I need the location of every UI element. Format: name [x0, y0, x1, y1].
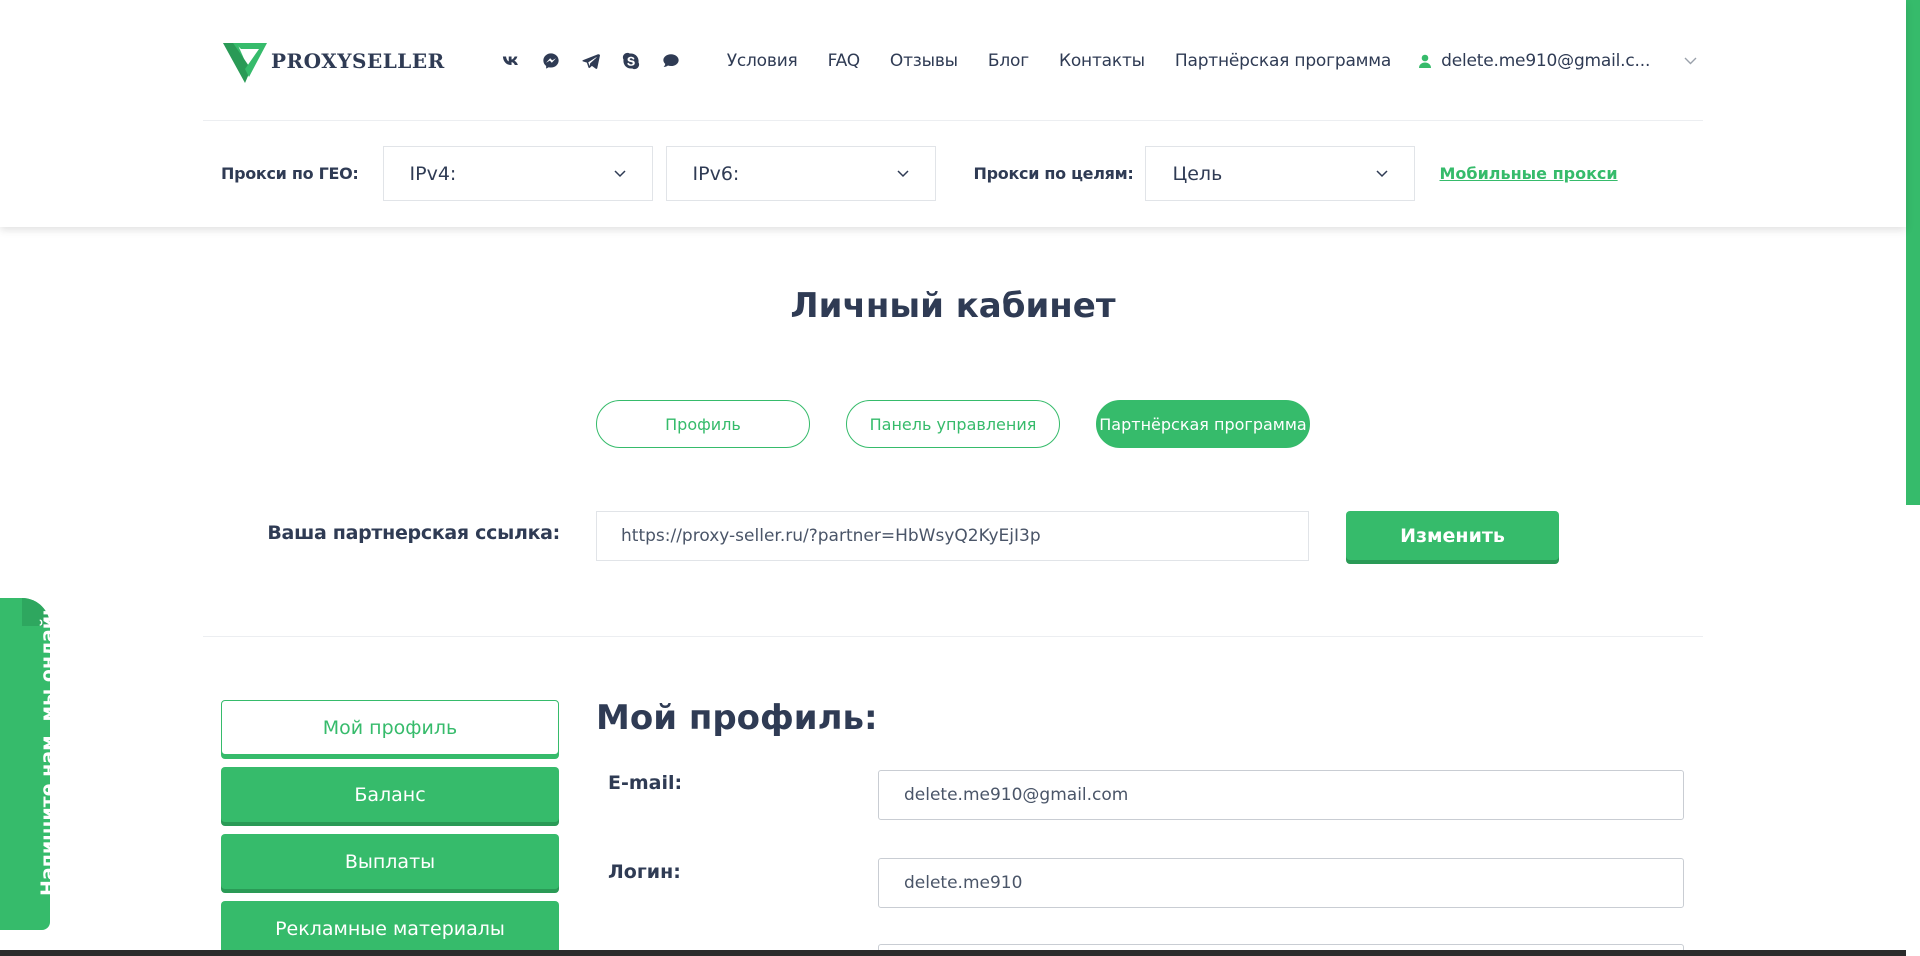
sidebar-item-my-profile[interactable]: Мой профиль — [221, 700, 559, 755]
goal-label: Прокси по целям: — [973, 164, 1134, 183]
header-top-row: PROXYSELLER Условия FAQ Отзывы Блог Конт… — [221, 30, 1697, 92]
taskbar-edge — [0, 950, 1906, 956]
tab-profile[interactable]: Профиль — [596, 400, 810, 448]
login-label: Логин: — [608, 861, 681, 883]
section-divider — [203, 636, 1703, 637]
login-field[interactable]: delete.me910 — [878, 858, 1684, 908]
change-link-button[interactable]: Изменить — [1346, 511, 1559, 560]
email-field[interactable]: delete.me910@gmail.com — [878, 770, 1684, 820]
online-chat-widget[interactable]: Напишите нам, мы онлайн! — [0, 594, 59, 930]
goal-select-value: Цель — [1172, 162, 1223, 185]
goal-select[interactable]: Цель — [1145, 146, 1416, 201]
ipv4-select[interactable]: IPv4: — [382, 146, 653, 201]
user-menu[interactable]: delete.me910@gmail.c... — [1419, 51, 1697, 71]
sidebar-item-balance[interactable]: Баланс — [221, 767, 559, 822]
email-label: E-mail: — [608, 772, 683, 794]
geo-label: Прокси по ГЕО: — [221, 164, 359, 183]
page-title: Личный кабинет — [790, 286, 1116, 326]
partner-link-label: Ваша партнерская ссылка: — [267, 522, 560, 544]
scrollbar-thumb[interactable] — [1906, 0, 1920, 505]
nav-blog[interactable]: Блог — [988, 51, 1029, 71]
ipv6-select-value: IPv6: — [692, 162, 740, 185]
nav-contacts[interactable]: Контакты — [1059, 51, 1145, 71]
messenger-icon[interactable] — [531, 47, 571, 75]
tab-control-panel[interactable]: Панель управления — [846, 400, 1060, 448]
logo[interactable]: PROXYSELLER — [221, 39, 445, 83]
logo-text: PROXYSELLER — [271, 49, 445, 73]
chevron-down-icon — [896, 169, 909, 177]
vk-icon[interactable] — [491, 47, 531, 75]
tab-partner-program[interactable]: Партнёрская программа — [1096, 400, 1310, 448]
skype-icon[interactable] — [611, 47, 651, 75]
user-icon — [1419, 54, 1432, 68]
chevron-down-icon — [1376, 169, 1389, 177]
proxy-filter-bar: Прокси по ГЕО: IPv4: IPv6: Прокси по цел… — [221, 146, 1681, 201]
chat-widget-label: Напишите нам, мы онлайн! — [37, 594, 59, 896]
nav-partner-program[interactable]: Партнёрская программа — [1175, 51, 1391, 71]
logo-icon — [223, 43, 267, 83]
partner-sidebar: Мой профиль Баланс Выплаты Рекламные мат… — [221, 700, 559, 956]
user-email: delete.me910@gmail.c... — [1441, 51, 1651, 71]
partner-link-input[interactable]: https://proxy-seller.ru/?partner=HbWsyQ2… — [596, 511, 1309, 561]
header-divider — [203, 120, 1703, 121]
sidebar-item-promo-materials[interactable]: Рекламные материалы — [221, 901, 559, 956]
profile-section-title: Мой профиль: — [596, 698, 878, 738]
social-links — [491, 47, 691, 75]
telegram-icon[interactable] — [571, 47, 611, 75]
sidebar-item-payouts[interactable]: Выплаты — [221, 834, 559, 889]
ipv6-select[interactable]: IPv6: — [665, 146, 936, 201]
chat-icon[interactable] — [651, 47, 691, 75]
chevron-down-icon[interactable] — [1684, 57, 1697, 65]
ipv4-select-value: IPv4: — [409, 162, 457, 185]
account-tabs: Профиль Панель управления Партнёрская пр… — [596, 400, 1346, 448]
chevron-down-icon — [613, 169, 626, 177]
main-nav: Условия FAQ Отзывы Блог Контакты Партнёр… — [727, 51, 1421, 71]
nav-faq[interactable]: FAQ — [828, 51, 861, 71]
nav-reviews[interactable]: Отзывы — [890, 51, 958, 71]
nav-terms[interactable]: Условия — [727, 51, 798, 71]
mobile-proxies-link[interactable]: Мобильные прокси — [1439, 164, 1617, 183]
site-header: PROXYSELLER Условия FAQ Отзывы Блог Конт… — [0, 0, 1906, 227]
